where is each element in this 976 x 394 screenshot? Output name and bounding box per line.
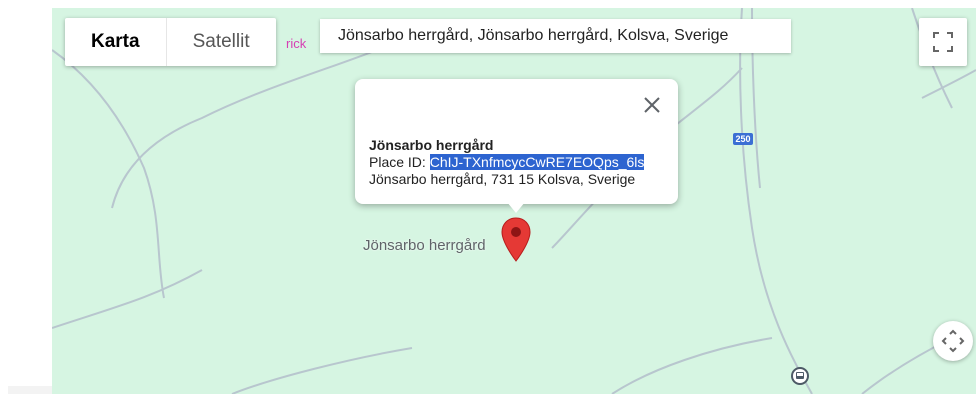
place-address: Jönsarbo herrgård, 731 15 Kolsva, Sverig… <box>369 171 636 187</box>
place-title: Jönsarbo herrgård <box>369 137 494 153</box>
page-margin-strip <box>8 386 52 394</box>
place-id-value[interactable]: ChIJ-TXnfmcycCwRE7EOQps_6ls <box>429 154 645 170</box>
pan-control[interactable] <box>933 321 973 361</box>
map-type-satellite-button[interactable]: Satellit <box>165 18 276 66</box>
marker-label[interactable]: Jönsarbo herrgård <box>363 237 486 254</box>
info-window: Jönsarbo herrgård Place ID: ChIJ-TXnfmcy… <box>355 79 678 213</box>
pan-arrows-icon <box>941 329 965 353</box>
bus-stop-marker[interactable] <box>791 367 809 385</box>
info-window-content: Jönsarbo herrgård Place ID: ChIJ-TXnfmcy… <box>369 137 645 188</box>
place-id-label: Place ID: <box>369 154 426 170</box>
map-marker-icon[interactable] <box>500 217 532 263</box>
bus-stop-icon <box>796 372 804 379</box>
map-type-control: Karta Satellit <box>65 18 276 66</box>
info-window-tail <box>507 202 525 213</box>
place-id-row: Place ID: ChIJ-TXnfmcycCwRE7EOQps_6ls <box>369 154 645 171</box>
close-button[interactable] <box>640 93 664 117</box>
road-shield: 250 <box>733 133 753 145</box>
fullscreen-icon <box>933 32 953 52</box>
close-icon <box>644 97 660 113</box>
search-input[interactable]: Jönsarbo herrgård, Jönsarbo herrgård, Ko… <box>320 19 791 53</box>
poi-partial-label: rick <box>286 36 307 51</box>
fullscreen-button[interactable] <box>919 18 967 66</box>
map-type-map-button[interactable]: Karta <box>65 18 166 66</box>
